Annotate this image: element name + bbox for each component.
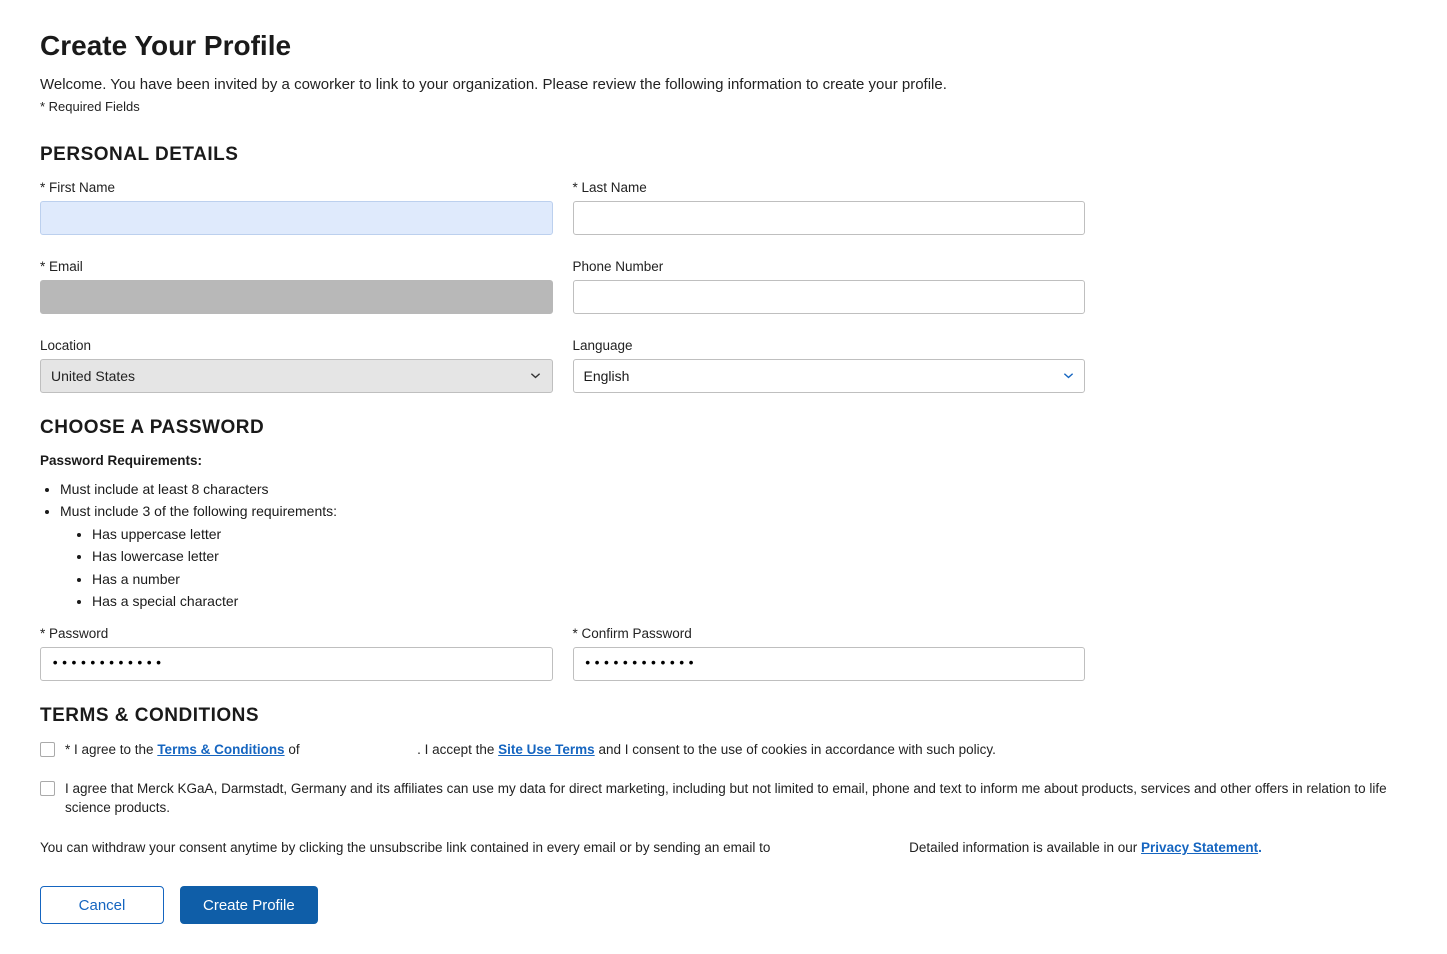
req-subitem: Has a special character: [92, 590, 1407, 612]
req-item: Must include at least 8 characters: [60, 478, 1407, 500]
section-terms: TERMS & CONDITIONS: [40, 705, 1407, 727]
req-item: Must include 3 of the following requirem…: [60, 500, 1407, 612]
marketing-consent-checkbox[interactable]: [40, 781, 55, 796]
required-fields-note: * Required Fields: [40, 99, 1407, 114]
chevron-down-icon: [530, 370, 542, 382]
chevron-down-icon: [1062, 370, 1074, 382]
section-personal-details: PERSONAL DETAILS: [40, 144, 1407, 166]
location-select[interactable]: United States: [40, 359, 553, 393]
button-row: Cancel Create Profile: [40, 886, 1407, 924]
terms-conditions-link[interactable]: Terms & Conditions: [157, 742, 284, 757]
password-input[interactable]: [40, 647, 553, 681]
email-label: * Email: [40, 259, 553, 274]
last-name-input[interactable]: [573, 201, 1086, 235]
privacy-statement-link[interactable]: Privacy Statement: [1141, 840, 1258, 855]
req-subitem: Has a number: [92, 568, 1407, 590]
terms-checkbox-row-1: * I agree to the Terms & Conditions of .…: [40, 741, 1407, 760]
req-subitem: Has uppercase letter: [92, 523, 1407, 545]
site-use-terms-link[interactable]: Site Use Terms: [498, 742, 595, 757]
first-name-label: * First Name: [40, 180, 553, 195]
terms-checkbox-row-2: I agree that Merck KGaA, Darmstadt, Germ…: [40, 780, 1407, 818]
intro-text: Welcome. You have been invited by a cowo…: [40, 76, 1407, 93]
email-input[interactable]: [40, 280, 553, 314]
req-subitem: Has lowercase letter: [92, 545, 1407, 567]
page-title: Create Your Profile: [40, 30, 1407, 62]
cancel-button[interactable]: Cancel: [40, 886, 164, 924]
password-label: * Password: [40, 626, 553, 641]
location-label: Location: [40, 338, 553, 353]
password-requirements-list: Must include at least 8 characters Must …: [40, 478, 1407, 612]
password-requirements-title: Password Requirements:: [40, 453, 1407, 468]
language-label: Language: [573, 338, 1086, 353]
personal-details-grid: * First Name * Last Name * Email Phone N…: [40, 180, 1085, 393]
language-value: English: [584, 368, 630, 384]
terms-agree-text: * I agree to the Terms & Conditions of .…: [65, 741, 996, 760]
phone-label: Phone Number: [573, 259, 1086, 274]
phone-input[interactable]: [573, 280, 1086, 314]
first-name-input[interactable]: [40, 201, 553, 235]
terms-agree-checkbox[interactable]: [40, 742, 55, 757]
marketing-consent-text: I agree that Merck KGaA, Darmstadt, Germ…: [65, 780, 1407, 818]
last-name-label: * Last Name: [573, 180, 1086, 195]
location-value: United States: [51, 368, 135, 384]
section-choose-password: CHOOSE A PASSWORD: [40, 417, 1407, 439]
confirm-password-label: * Confirm Password: [573, 626, 1086, 641]
withdraw-consent-text: You can withdraw your consent anytime by…: [40, 838, 1407, 858]
confirm-password-input[interactable]: [573, 647, 1086, 681]
language-select[interactable]: English: [573, 359, 1086, 393]
password-grid: * Password * Confirm Password: [40, 626, 1085, 681]
create-profile-button[interactable]: Create Profile: [180, 886, 318, 924]
